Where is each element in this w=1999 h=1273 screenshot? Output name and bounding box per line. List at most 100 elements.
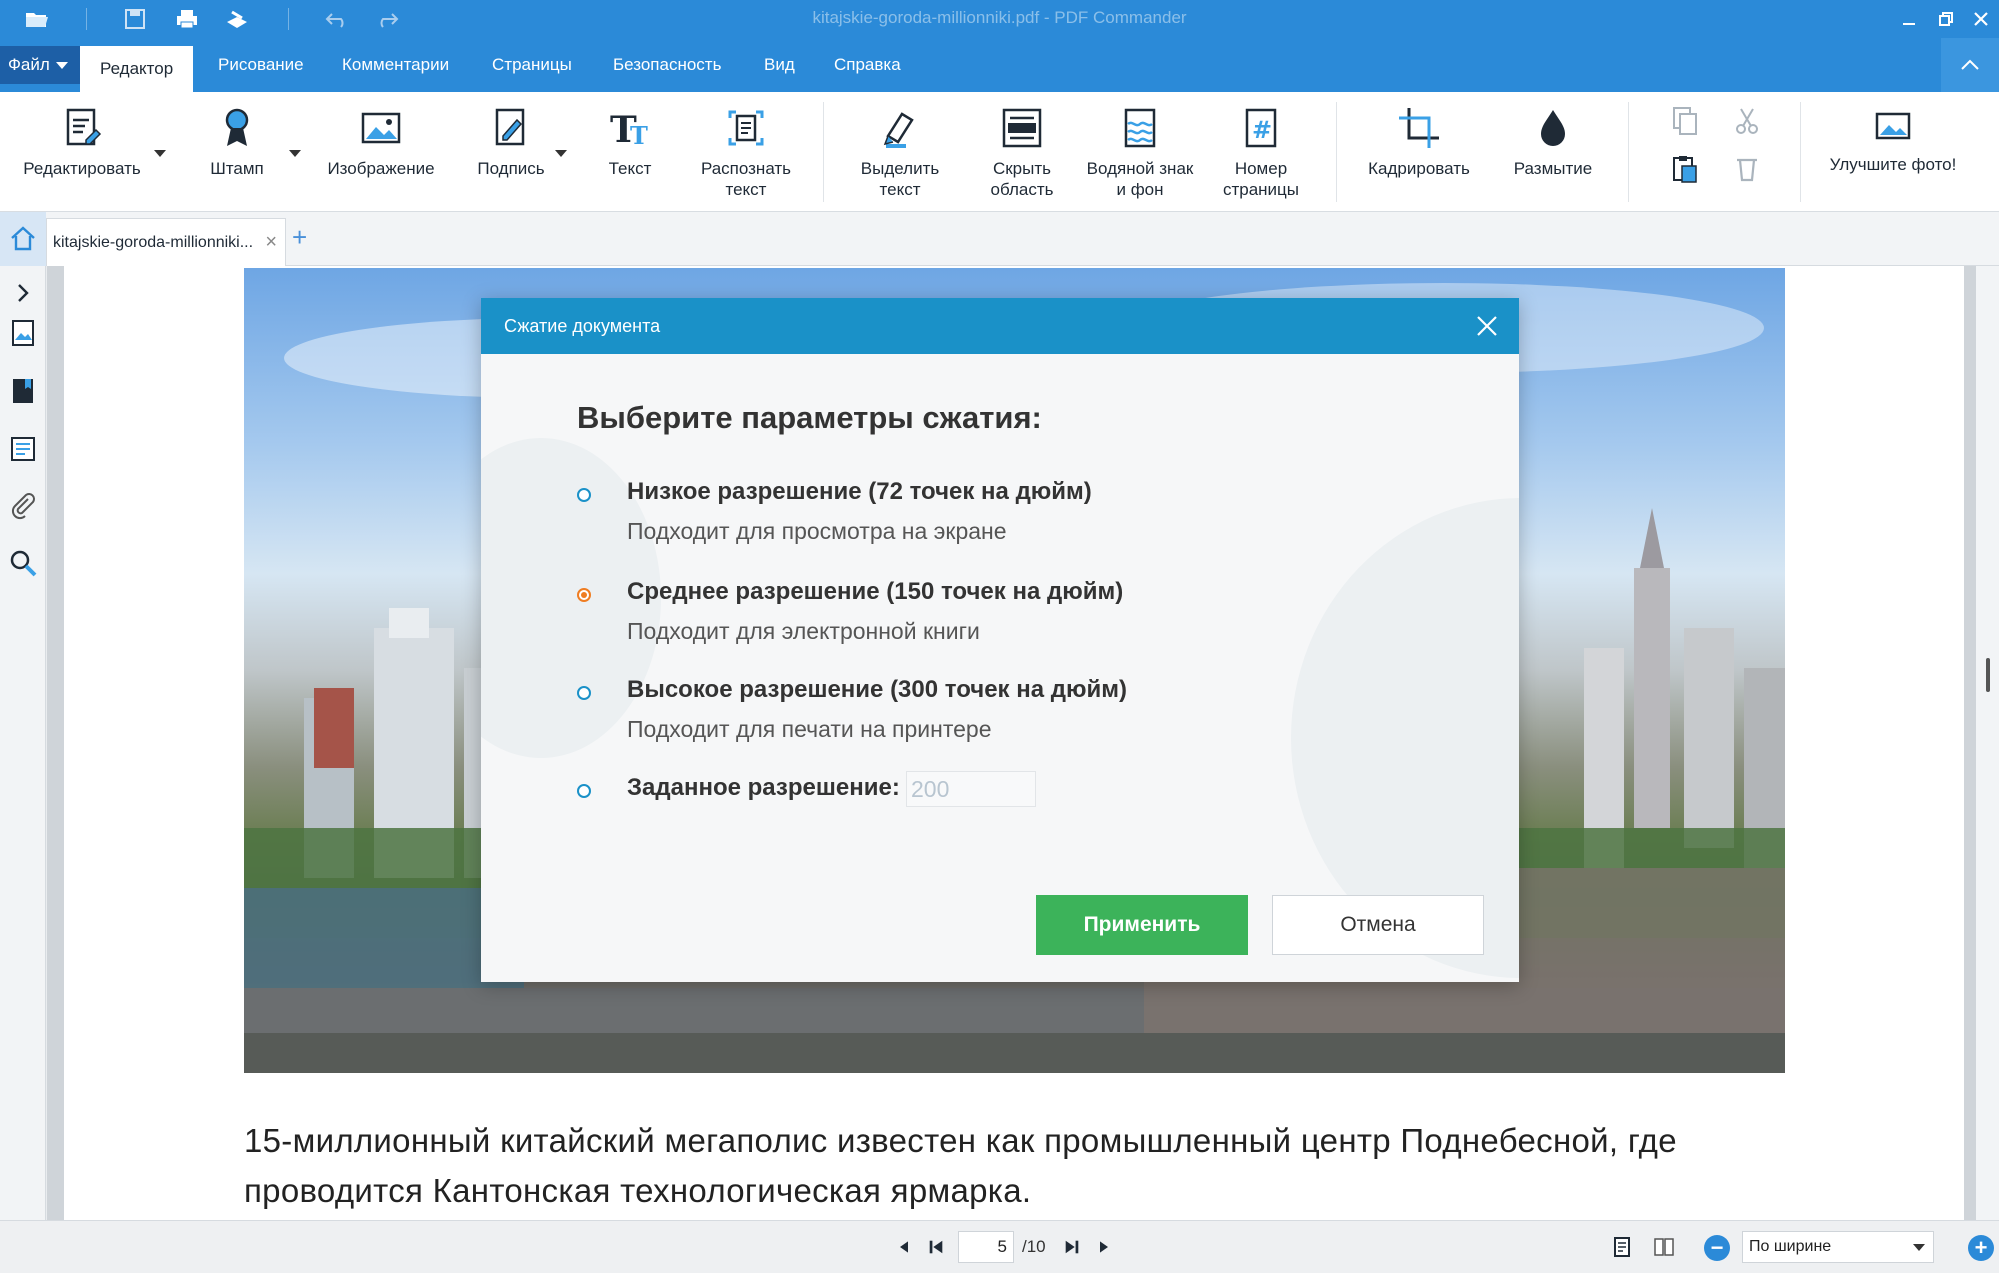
last-page-icon[interactable]: [1058, 1233, 1086, 1261]
ribbon-separator: [1336, 102, 1337, 202]
page-number-icon: #: [1237, 104, 1285, 152]
ribbon-separator: [1800, 102, 1801, 202]
zoom-out-icon[interactable]: −: [1704, 1235, 1730, 1261]
option-medium-label: Среднее разрешение (150 точек на дюйм): [627, 578, 1124, 605]
svg-text:T: T: [630, 121, 648, 150]
edit-button[interactable]: Редактировать: [20, 104, 144, 179]
radio-low[interactable]: [577, 488, 591, 502]
signature-label: Подпись: [477, 159, 545, 178]
menu-file-label: Файл: [8, 55, 50, 74]
menu-tab-drawing[interactable]: Рисование: [218, 38, 304, 92]
dropdown-caret-icon: [55, 61, 68, 69]
image-icon: [357, 104, 405, 152]
expand-panel-icon[interactable]: [6, 276, 40, 310]
watermark-button[interactable]: Водяной знак и фон: [1080, 104, 1200, 200]
first-page-icon[interactable]: [922, 1233, 950, 1261]
copy-icon[interactable]: [1668, 104, 1702, 138]
ribbon-toolbar: Редактировать Штамп Изображение Подпись …: [0, 92, 1999, 212]
menu-tab-editor[interactable]: Редактор: [80, 46, 194, 92]
crop-icon: [1395, 104, 1443, 152]
close-window-icon[interactable]: [1966, 6, 1996, 32]
dialog-header: Сжатие документа: [481, 298, 1519, 354]
hide-area-button[interactable]: Скрыть область: [972, 104, 1072, 200]
document-tab-bar: kitajskie-goroda-millionniki... × +: [0, 212, 1999, 266]
document-tab-label: kitajskie-goroda-millionniki...: [53, 233, 254, 251]
home-button[interactable]: [0, 212, 46, 266]
svg-text:#: #: [1252, 116, 1272, 144]
ocr-icon: [722, 104, 770, 152]
highlight-text-button[interactable]: Выделить текст: [850, 104, 950, 200]
total-pages-label: /10: [1022, 1237, 1046, 1256]
menu-file[interactable]: Файл: [0, 46, 80, 84]
minimize-icon[interactable]: [1894, 6, 1924, 32]
stamp-button[interactable]: Штамп: [192, 104, 282, 179]
radio-medium[interactable]: [577, 588, 591, 602]
zoom-in-icon[interactable]: +: [1968, 1235, 1994, 1261]
search-icon[interactable]: [6, 546, 40, 580]
stamp-label: Штамп: [210, 159, 264, 178]
edit-dropdown-icon[interactable]: [154, 150, 166, 157]
menu-tab-pages[interactable]: Страницы: [492, 38, 572, 92]
current-page-input[interactable]: 5: [958, 1231, 1014, 1263]
close-icon[interactable]: [1473, 312, 1501, 340]
watermark-icon: [1116, 104, 1164, 152]
zoom-mode-select[interactable]: По ширине: [1742, 1231, 1934, 1263]
image-label: Изображение: [327, 159, 435, 178]
cut-icon[interactable]: [1730, 104, 1764, 138]
restore-icon[interactable]: [1931, 6, 1961, 32]
attachments-icon[interactable]: [6, 488, 40, 522]
home-icon: [11, 226, 35, 251]
improve-photo-label: Улучшите фото!: [1829, 155, 1957, 174]
scrollbar-thumb[interactable]: [1986, 658, 1990, 692]
compress-document-dialog: Сжатие документа Выберите параметры сжат…: [481, 298, 1519, 982]
option-custom-label: Заданное разрешение:: [627, 774, 900, 801]
option-high-label: Высокое разрешение (300 точек на дюйм): [627, 676, 1127, 703]
stamp-dropdown-icon[interactable]: [289, 150, 301, 157]
paste-icon[interactable]: [1668, 152, 1702, 186]
left-side-panel: [0, 266, 46, 1220]
page-number-button[interactable]: # Номер страницы: [1212, 104, 1310, 200]
zoom-mode-value: По ширине: [1749, 1238, 1832, 1255]
menu-bar: Файл Редактор Рисование Комментарии Стра…: [0, 38, 1999, 92]
ribbon-separator: [823, 102, 824, 202]
crop-button[interactable]: Кадрировать: [1360, 104, 1478, 179]
crop-label: Кадрировать: [1368, 159, 1470, 178]
menu-tab-help[interactable]: Справка: [834, 38, 901, 92]
highlight-text-label: Выделить текст: [860, 159, 940, 199]
prev-page-icon[interactable]: [890, 1233, 918, 1261]
blur-button[interactable]: Размытие: [1505, 104, 1601, 179]
delete-icon[interactable]: [1730, 152, 1764, 186]
add-tab-icon[interactable]: +: [292, 222, 307, 253]
watermark-label: Водяной знак и фон: [1086, 159, 1194, 199]
ocr-button[interactable]: Распознать текст: [693, 104, 799, 200]
text-button[interactable]: TT Текст: [590, 104, 670, 179]
custom-resolution-input[interactable]: 200: [906, 771, 1036, 807]
radio-custom[interactable]: [577, 784, 591, 798]
vertical-scrollbar[interactable]: [1976, 266, 1999, 1220]
signature-button[interactable]: Подпись: [466, 104, 556, 179]
menu-tab-security[interactable]: Безопасность: [613, 38, 721, 92]
image-button[interactable]: Изображение: [322, 104, 440, 179]
bookmarks-icon[interactable]: [6, 374, 40, 408]
apply-button[interactable]: Применить: [1036, 895, 1248, 955]
option-high-description: Подходит для печати на принтере: [627, 716, 992, 742]
next-page-icon[interactable]: [1090, 1233, 1118, 1261]
cancel-button[interactable]: Отмена: [1272, 895, 1484, 955]
ocr-label: Распознать текст: [700, 159, 792, 199]
text-label: Текст: [608, 159, 652, 178]
annotations-list-icon[interactable]: [6, 432, 40, 466]
close-tab-icon[interactable]: ×: [265, 231, 277, 254]
menu-tab-view[interactable]: Вид: [764, 38, 795, 92]
signature-dropdown-icon[interactable]: [555, 150, 567, 157]
collapse-ribbon-button[interactable]: [1941, 38, 1999, 92]
menu-tab-comments[interactable]: Комментарии: [342, 38, 449, 92]
single-page-view-icon[interactable]: [1608, 1233, 1636, 1261]
two-page-view-icon[interactable]: [1650, 1233, 1678, 1261]
ribbon-separator: [1628, 102, 1629, 202]
thumbnails-icon[interactable]: [6, 316, 40, 350]
improve-photo-button[interactable]: Улучшите фото!: [1818, 106, 1968, 175]
radio-high[interactable]: [577, 686, 591, 700]
highlighter-icon: [876, 104, 924, 152]
document-tab[interactable]: kitajskie-goroda-millionniki... ×: [46, 218, 286, 266]
edit-document-icon: [58, 104, 106, 152]
